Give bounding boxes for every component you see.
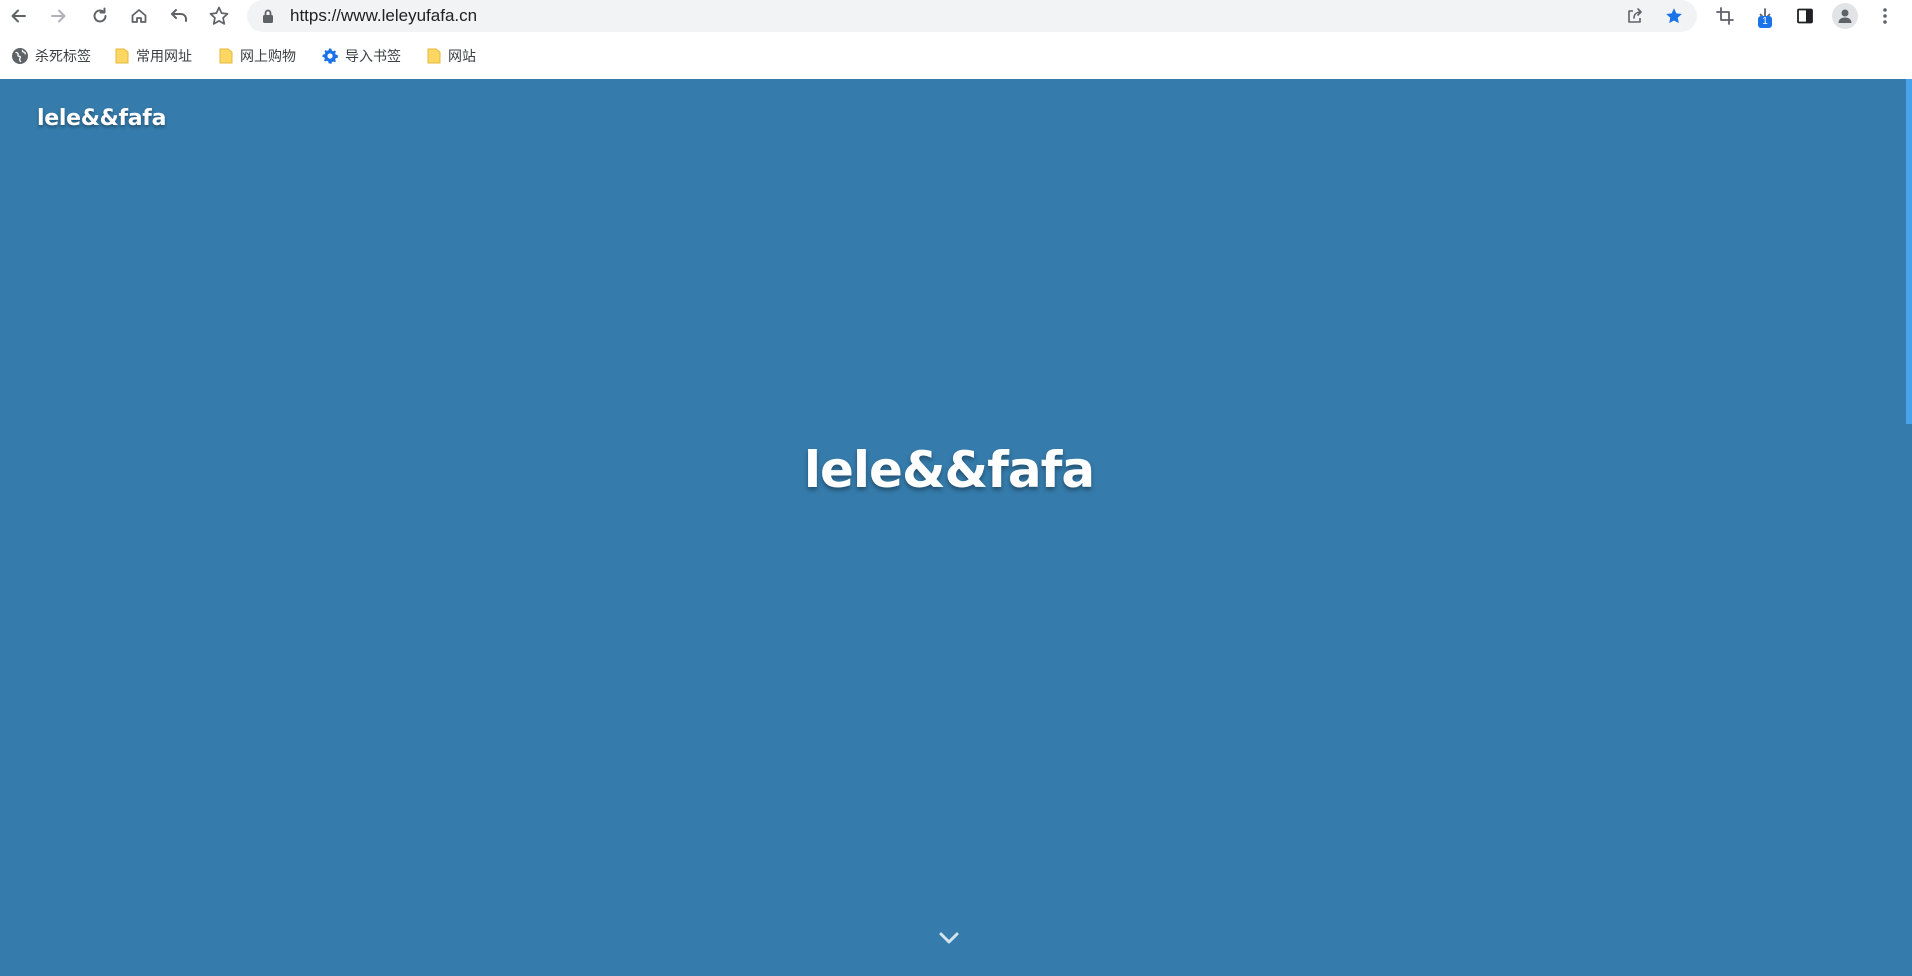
download-count-badge: 1 <box>1758 16 1772 28</box>
undo-icon <box>171 8 187 22</box>
back-icon <box>11 9 26 22</box>
chevron-down-icon <box>939 932 959 944</box>
folder-icon <box>115 48 129 64</box>
bookmark-label: 网上购物 <box>240 48 296 64</box>
back-button[interactable] <box>2 0 36 31</box>
crop-icon <box>1716 6 1734 25</box>
menu-button[interactable] <box>1868 0 1902 31</box>
folder-icon <box>427 48 441 64</box>
bookmark-label: 导入书签 <box>345 48 401 64</box>
bookmark-page-button[interactable] <box>202 0 236 31</box>
bookmark-label: 杀死标签 <box>35 48 91 64</box>
reload-icon <box>93 7 107 22</box>
profile-icon <box>1838 9 1852 23</box>
bookmark-folder[interactable]: 网上购物 <box>218 40 296 72</box>
undo-button[interactable] <box>162 0 196 31</box>
lock-icon <box>263 9 273 23</box>
share-button[interactable] <box>1623 4 1647 28</box>
bookmark-label: 网站 <box>448 48 476 64</box>
bookmark-item[interactable]: 导入书签 <box>321 40 401 72</box>
globe-icon <box>12 48 28 64</box>
site-logo[interactable]: lele&&fafa <box>37 106 166 131</box>
scrollbar[interactable] <box>1906 79 1912 976</box>
side-panel-icon <box>1797 8 1813 23</box>
bookmark-folder[interactable]: 常用网址 <box>114 40 192 72</box>
home-icon <box>131 8 147 23</box>
gear-icon <box>322 48 338 64</box>
hero-title: lele&&fafa <box>803 441 1095 499</box>
url-text[interactable]: https://www.leleyufafa.cn <box>290 0 477 31</box>
bookmark-star-button[interactable] <box>1662 4 1686 28</box>
star-outline-icon <box>209 6 229 25</box>
address-bar[interactable]: https://www.leleyufafa.cn <box>247 0 1697 32</box>
profile-button[interactable] <box>1828 0 1862 31</box>
reload-button[interactable] <box>83 0 117 31</box>
scrollbar-thumb[interactable] <box>1906 79 1912 424</box>
star-filled-icon <box>1666 8 1682 24</box>
browser-toolbar: https://www.leleyufafa.cn 1 <box>0 0 1912 32</box>
scroll-down-button[interactable] <box>938 927 960 949</box>
crop-button[interactable] <box>1708 0 1742 31</box>
home-button[interactable] <box>122 0 156 31</box>
folder-icon <box>219 48 233 64</box>
page-content: lele&&fafa lele&&fafa <box>0 79 1912 976</box>
forward-icon <box>51 9 66 22</box>
bookmark-item[interactable]: 杀死标签 <box>11 40 91 72</box>
side-panel-button[interactable] <box>1788 0 1822 31</box>
forward-button[interactable] <box>41 0 75 31</box>
bookmark-label: 常用网址 <box>136 48 192 64</box>
download-button[interactable]: 1 <box>1748 0 1782 31</box>
menu-icon <box>1883 7 1887 24</box>
share-icon <box>1628 8 1642 23</box>
bookmarks-bar: 杀死标签 常用网址 网上购物 导入书签 网站 <box>0 40 1912 72</box>
avatar <box>1832 2 1858 29</box>
bookmark-folder[interactable]: 网站 <box>426 40 476 72</box>
